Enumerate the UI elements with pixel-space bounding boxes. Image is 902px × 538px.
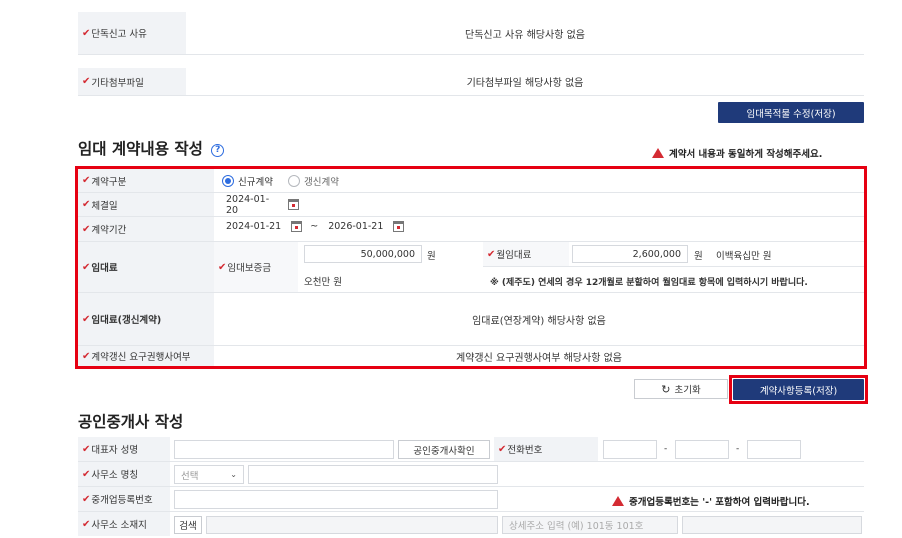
- required-check-icon: ✔: [82, 468, 91, 480]
- contract-type-radio-renewal[interactable]: 갱신계약: [288, 174, 339, 188]
- deposit-input[interactable]: 50,000,000: [304, 245, 422, 263]
- label-contract-type: ✔ 계약구분: [78, 169, 214, 192]
- deposit-unit: 원: [427, 251, 436, 262]
- phone-input-3[interactable]: [747, 440, 801, 459]
- save-rental-object-button[interactable]: 임대목적물 수정(저장): [718, 102, 864, 123]
- signing-date-field[interactable]: 2024-01-20: [222, 194, 299, 216]
- office-name-input[interactable]: [248, 465, 498, 484]
- label-registration-number: ✔ 중개업등록번호: [78, 487, 170, 511]
- label-renewal-right: ✔ 계약갱신 요구권행사여부: [78, 346, 214, 366]
- help-icon[interactable]: ?: [211, 144, 225, 157]
- warning-icon: [612, 496, 624, 506]
- calendar-icon[interactable]: [288, 199, 299, 210]
- contract-type-radio-new[interactable]: 신규계약: [222, 174, 273, 188]
- broker-confirm-button[interactable]: 공인중개사확인: [398, 440, 490, 459]
- radio-selected-icon[interactable]: [222, 175, 234, 187]
- required-check-icon: ✔: [82, 350, 91, 362]
- registration-notice: 중개업등록번호는 '-' 포함하여 입력바랍니다.: [612, 494, 810, 508]
- reset-button[interactable]: ↻ 초기화: [634, 379, 728, 399]
- required-check-icon: ✔: [82, 443, 91, 455]
- renewal-rent-value: 임대료(연장계약) 해당사항 없음: [472, 315, 606, 327]
- required-check-icon: ✔: [498, 443, 507, 455]
- label-solo-report-reason: ✔ 단독신고 사유: [78, 12, 186, 54]
- address-search-button[interactable]: 검색: [174, 516, 202, 534]
- contract-period-fields: 2024-01-21 ~ 2026-01-21: [222, 221, 405, 232]
- register-contract-button[interactable]: 계약사항등록(저장): [733, 379, 864, 400]
- phone-input-1[interactable]: [603, 440, 657, 459]
- registration-number-input[interactable]: [174, 490, 498, 509]
- required-check-icon: ✔: [82, 261, 91, 273]
- label-signing-date: ✔ 체결일: [78, 193, 214, 216]
- contract-notice: 계약서 내용과 동일하게 작성해주세요.: [652, 146, 822, 160]
- warning-icon: [652, 148, 664, 158]
- period-start-input[interactable]: 2024-01-21: [222, 221, 285, 232]
- required-check-icon: ✔: [82, 199, 91, 210]
- required-check-icon: ✔: [82, 27, 91, 39]
- required-check-icon: ✔: [82, 493, 91, 505]
- contract-section-title: 임대 계약내용 작성 ?: [78, 137, 225, 159]
- label-office-name: ✔ 사무소 명칭: [78, 462, 170, 486]
- required-check-icon: ✔: [82, 518, 91, 530]
- radio-unselected-icon[interactable]: [288, 175, 300, 187]
- monthly-rent-unit: 원: [694, 251, 703, 262]
- monthly-rent-korean-amount: 이백육십만 원: [716, 251, 772, 262]
- required-check-icon: ✔: [218, 261, 227, 273]
- required-check-icon: ✔: [82, 76, 91, 87]
- label-representative-name: ✔ 대표자 성명: [78, 437, 170, 461]
- monthly-rent-input[interactable]: 2,600,000: [572, 245, 688, 263]
- label-rent: ✔ 임대료: [78, 242, 214, 292]
- address-extra-input[interactable]: [682, 516, 862, 534]
- label-phone: ✔ 전화번호: [494, 437, 598, 461]
- calendar-icon[interactable]: [393, 221, 405, 232]
- refresh-icon: ↻: [661, 382, 671, 396]
- label-monthly-rent: ✔ 월임대료: [483, 242, 569, 266]
- required-check-icon: ✔: [82, 175, 91, 186]
- address-detail-input[interactable]: 상세주소 입력 (예) 101동 101호: [502, 516, 678, 534]
- label-other-attachment: ✔ 기타첨부파일: [78, 68, 186, 95]
- deposit-korean-amount: 오천만 원: [304, 277, 342, 288]
- required-check-icon: ✔: [82, 313, 91, 325]
- label-contract-period: ✔ 계약기간: [78, 217, 214, 241]
- chevron-down-icon: ⌄: [230, 470, 237, 479]
- label-deposit: ✔ 임대보증금: [214, 242, 298, 292]
- representative-name-input[interactable]: [174, 440, 394, 459]
- required-check-icon: ✔: [487, 248, 496, 260]
- required-check-icon: ✔: [82, 223, 91, 235]
- label-office-address: ✔ 사무소 소재지: [78, 512, 170, 536]
- calendar-icon[interactable]: [291, 221, 303, 232]
- other-attachment-value: 기타첨부파일 해당사항 없음: [466, 78, 584, 89]
- broker-section-title: 공인중개사 작성: [78, 413, 184, 431]
- address-input[interactable]: [206, 516, 498, 534]
- office-type-select[interactable]: 선택 ⌄: [174, 465, 244, 484]
- label-renewal-rent: ✔ 임대료(갱신계약): [78, 293, 214, 345]
- phone-input-2[interactable]: [675, 440, 729, 459]
- renewal-right-value: 계약갱신 요구권행사여부 해당사항 없음: [456, 352, 622, 364]
- monthly-rent-note: ※ (제주도) 연세의 경우 12개월로 분할하여 월임대료 항목에 입력하시기…: [490, 278, 808, 288]
- period-end-input[interactable]: 2026-01-21: [324, 221, 387, 232]
- solo-report-reason-value: 단독신고 사유 해당사항 없음: [465, 29, 585, 41]
